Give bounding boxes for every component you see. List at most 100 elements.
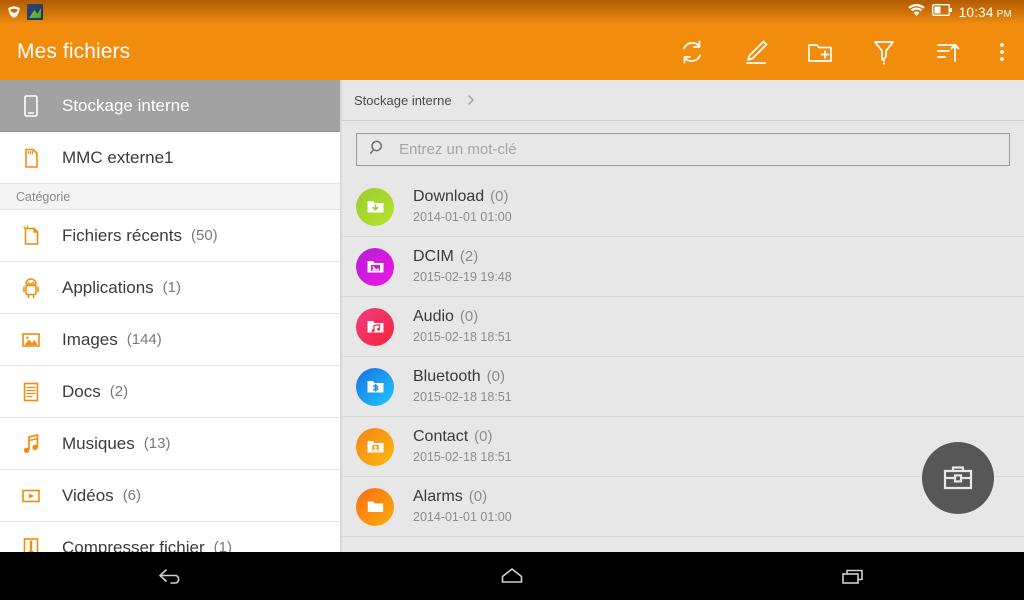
sidebar-item-label: Stockage interne: [62, 95, 190, 115]
wifi-icon: [908, 3, 925, 22]
nav-recents-button[interactable]: [683, 552, 1024, 600]
shield-notification-icon: [6, 4, 22, 20]
file-info: Contact (0) 2015-02-18 18:51: [413, 428, 512, 466]
new-folder-button[interactable]: [788, 24, 852, 80]
sidebar-item-music[interactable]: Musiques (13): [0, 418, 340, 470]
sidebar-item-label: Musiques: [62, 433, 135, 453]
phone-icon: [16, 91, 46, 121]
folder-plus-icon: [808, 44, 832, 62]
sidebar-item-videos[interactable]: Vidéos (6): [0, 470, 340, 522]
sidebar-item-docs[interactable]: Docs (2): [0, 366, 340, 418]
sidebar-section-header: Catégorie: [0, 184, 340, 210]
sidebar: Stockage interne MMC externe1 Catégorie: [0, 80, 340, 552]
toolbar: [660, 24, 1024, 80]
sidebar-item-count: (1): [213, 539, 232, 552]
sidebar-item-images[interactable]: Images (144): [0, 314, 340, 366]
sidebar-item-label: Vidéos: [62, 485, 114, 505]
refresh-icon: [683, 40, 701, 64]
sidebar-item-count: (50): [190, 227, 218, 244]
file-name: Contact: [413, 427, 469, 445]
breadcrumb-item[interactable]: Stockage interne: [354, 93, 452, 108]
folder-plain-icon: [356, 487, 394, 526]
back-arrow-icon: [158, 569, 180, 584]
android-icon: [16, 273, 46, 303]
file-name: Alarms: [413, 487, 463, 505]
android-file-manager-screen: 10:34 PM Mes fichiers Stockage interne M…: [0, 0, 1024, 600]
table-row[interactable]: Audio (0) 2015-02-18 18:51: [342, 297, 1024, 357]
clock-ampm: PM: [996, 8, 1012, 20]
status-bar-clock: 10:34 PM: [959, 5, 1012, 20]
sort-ascending-icon: [937, 43, 960, 62]
file-info: Download (0) 2014-01-01 01:00: [413, 188, 512, 226]
more-vertical-icon: [1000, 43, 1004, 61]
sidebar-item-label: Images: [62, 329, 118, 349]
sort-button[interactable]: [916, 24, 980, 80]
file-name: Download: [413, 187, 485, 205]
refresh-button[interactable]: [660, 24, 724, 80]
clock-time: 10:34: [958, 4, 994, 20]
folder-download-icon: [356, 187, 394, 226]
sidebar-item-label: MMC externe1: [62, 147, 174, 167]
file-info: Bluetooth (0) 2015-02-18 18:51: [413, 368, 512, 406]
toolbox-icon: [943, 466, 973, 490]
file-info: Alarms (0) 2014-01-01 01:00: [413, 488, 512, 526]
folder-contact-icon: [356, 427, 394, 466]
battery-icon: [931, 3, 952, 21]
table-row[interactable]: Bluetooth (0) 2015-02-18 18:51: [342, 357, 1024, 417]
file-info: DCIM (2) 2015-02-19 19:48: [413, 248, 512, 286]
sidebar-item-count: (13): [143, 435, 171, 452]
folder-music-icon: [356, 307, 394, 346]
sidebar-item-compressed-files[interactable]: Compresser fichier (1): [0, 522, 340, 552]
zip-file-icon: [16, 533, 46, 552]
filter-button[interactable]: [852, 24, 916, 80]
sidebar-item-count: (2): [109, 383, 129, 400]
file-count: (0): [468, 487, 488, 505]
status-bar-notifications: [6, 4, 43, 20]
overflow-menu-button[interactable]: [980, 24, 1024, 80]
table-row[interactable]: Download (0) 2014-01-01 01:00: [342, 177, 1024, 237]
search-icon: [368, 138, 387, 162]
folder-bluetooth-icon: [356, 367, 394, 406]
sidebar-item-label: Compresser fichier: [62, 537, 205, 553]
file-count: (0): [486, 367, 505, 385]
file-count: (0): [474, 427, 493, 445]
app-bar: Mes fichiers: [0, 24, 1024, 80]
search-input[interactable]: Entrez un mot-clé: [356, 133, 1010, 166]
file-info: Audio (0) 2015-02-18 18:51: [413, 308, 512, 346]
file-count: (0): [490, 187, 509, 205]
status-bar: 10:34 PM: [0, 0, 1024, 24]
sidebar-item-label: Fichiers récents: [62, 225, 182, 245]
pencil-icon: [746, 40, 768, 64]
toolbox-fab-button[interactable]: [922, 442, 994, 514]
recent-file-icon: [16, 221, 46, 251]
page-title: Mes fichiers: [17, 40, 131, 63]
nav-back-button[interactable]: [0, 552, 341, 600]
file-date: 2014-01-01 01:00: [413, 209, 512, 224]
file-name: DCIM: [413, 247, 454, 265]
sidebar-item-applications[interactable]: Applications (1): [0, 262, 340, 314]
music-note-icon: [16, 429, 46, 459]
sidebar-item-recent-files[interactable]: Fichiers récents (50): [0, 210, 340, 262]
edit-button[interactable]: [724, 24, 788, 80]
sidebar-item-count: (6): [122, 487, 142, 504]
breadcrumb: Stockage interne: [342, 80, 1024, 121]
recents-icon: [842, 569, 864, 584]
table-row[interactable]: Alarms (0) 2014-01-01 01:00: [342, 477, 1024, 537]
home-icon: [501, 568, 523, 583]
chevron-right-icon: [464, 93, 478, 107]
table-row[interactable]: Contact (0) 2015-02-18 18:51: [342, 417, 1024, 477]
android-navigation-bar: [0, 552, 1024, 600]
sidebar-item-external-mmc[interactable]: MMC externe1: [0, 132, 340, 184]
file-date: 2015-02-18 18:51: [413, 449, 512, 464]
sidebar-item-label: Applications: [62, 277, 154, 297]
nav-home-button[interactable]: [341, 552, 682, 600]
table-row[interactable]: DCIM (2) 2015-02-19 19:48: [342, 237, 1024, 297]
sidebar-item-internal-storage[interactable]: Stockage interne: [0, 80, 340, 132]
sdcard-icon: [16, 143, 46, 173]
sidebar-divider: [340, 80, 342, 552]
file-count: (2): [459, 247, 479, 265]
search-bar-container: Entrez un mot-clé: [342, 121, 1024, 177]
folder-image-icon: [356, 247, 394, 286]
file-date: 2015-02-19 19:48: [413, 269, 512, 284]
video-play-icon: [16, 481, 46, 511]
